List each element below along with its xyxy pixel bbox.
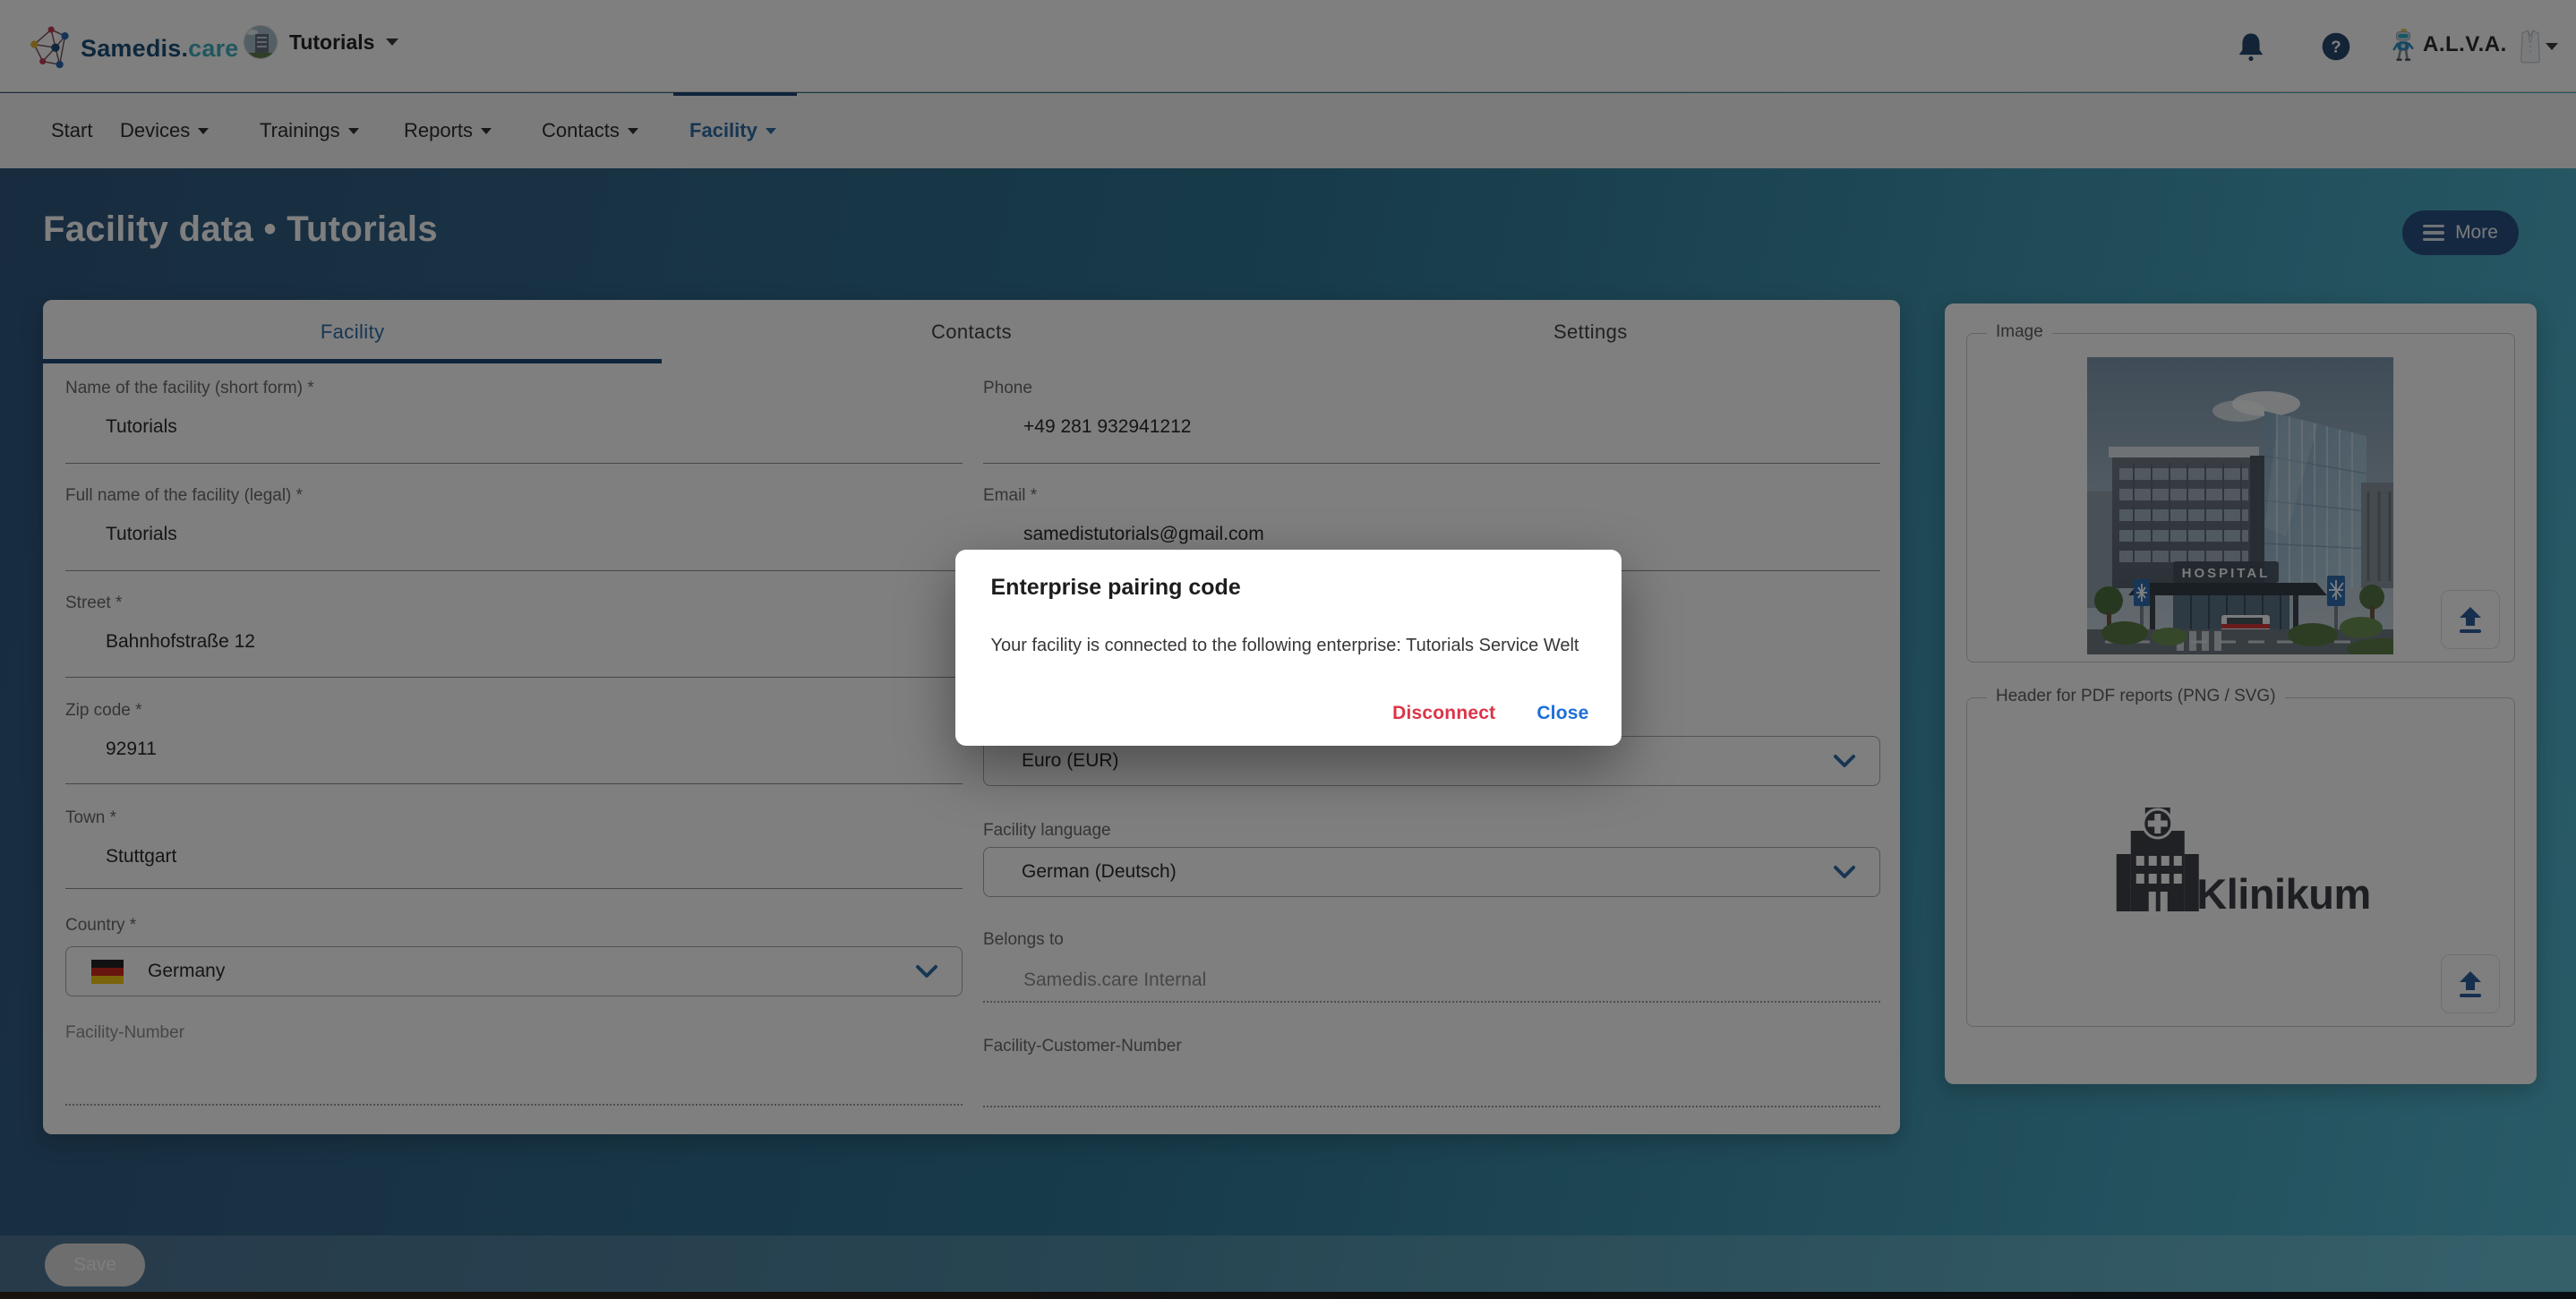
dialog-title: Enterprise pairing code — [991, 575, 1241, 601]
close-button[interactable]: Close — [1536, 703, 1588, 724]
app-screen: Samedis.care Tutorials — [0, 0, 2576, 1299]
disconnect-button[interactable]: Disconnect — [1392, 703, 1495, 724]
dialog-message: Your facility is connected to the follow… — [991, 636, 1600, 656]
dialog-actions: Disconnect Close — [1392, 703, 1588, 724]
enterprise-pairing-dialog: Enterprise pairing code Your facility is… — [955, 550, 1622, 746]
